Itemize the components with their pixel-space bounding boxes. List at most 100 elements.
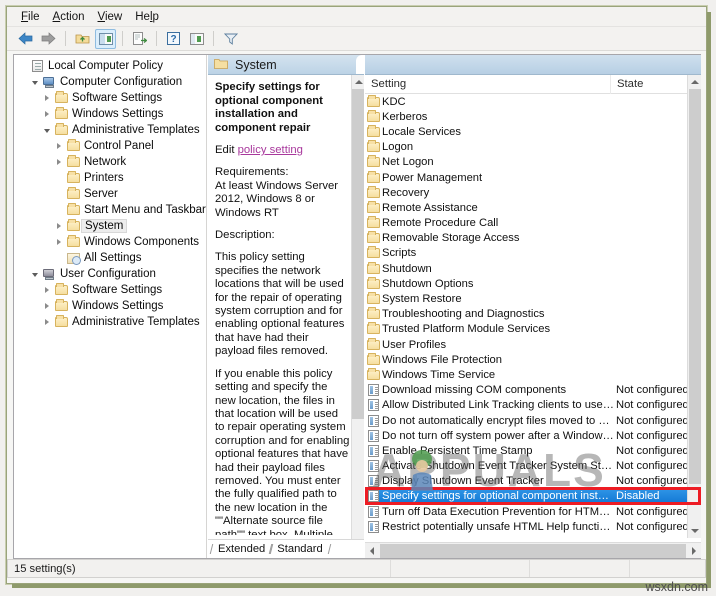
table-row[interactable]: Windows File Protection xyxy=(365,352,687,367)
chevron-right-icon[interactable] xyxy=(56,143,61,149)
chevron-down-icon[interactable] xyxy=(43,129,50,133)
tree-twisty[interactable] xyxy=(40,303,53,309)
tree-item-administrative-templates[interactable]: Administrative Templates xyxy=(14,314,206,330)
table-row[interactable]: Windows Time Service xyxy=(365,367,687,382)
table-row[interactable]: Shutdown xyxy=(365,261,687,276)
table-row[interactable]: Do not automatically encrypt files moved… xyxy=(365,413,687,428)
tree-item-windows-settings[interactable]: Windows Settings xyxy=(14,106,206,122)
scroll-up-icon[interactable] xyxy=(352,75,364,89)
scroll-thumb[interactable] xyxy=(689,89,701,484)
table-row[interactable]: Remote Procedure Call xyxy=(365,216,687,231)
back-arrow-icon[interactable] xyxy=(15,29,36,49)
forward-arrow-icon[interactable] xyxy=(38,29,59,49)
tab-standard[interactable]: Standard xyxy=(271,543,328,555)
table-row[interactable]: Allow Distributed Link Tracking clients … xyxy=(365,398,687,413)
chevron-right-icon[interactable] xyxy=(56,239,61,245)
column-header-setting[interactable]: Setting xyxy=(365,74,611,94)
tree-twisty[interactable] xyxy=(52,223,65,229)
tree-item-software-settings[interactable]: Software Settings xyxy=(14,90,206,106)
tree-item-user-configuration[interactable]: User Configuration xyxy=(14,266,206,282)
tree-item-computer-configuration[interactable]: Computer Configuration xyxy=(14,74,206,90)
chevron-right-icon[interactable] xyxy=(44,303,49,309)
tree-twisty[interactable] xyxy=(40,287,53,293)
tree-item-system[interactable]: System xyxy=(14,218,206,234)
filter-icon[interactable] xyxy=(220,29,241,49)
table-row[interactable]: Trusted Platform Module Services xyxy=(365,322,687,337)
chevron-right-icon[interactable] xyxy=(56,223,61,229)
tree-item-windows-components[interactable]: Windows Components xyxy=(14,234,206,250)
tree-twisty[interactable] xyxy=(52,239,65,245)
help-icon[interactable]: ? xyxy=(163,29,184,49)
table-row[interactable]: User Profiles xyxy=(365,337,687,352)
table-row[interactable]: Display Shutdown Event Tracker Not config… xyxy=(365,474,687,489)
table-row[interactable]: Restrict potentially unsafe HTML Help fu… xyxy=(365,519,687,534)
table-row[interactable]: Remote Assistance xyxy=(365,200,687,215)
tree-twisty[interactable] xyxy=(52,143,65,149)
table-row[interactable]: Removable Storage Access xyxy=(365,231,687,246)
tree-item-windows-settings[interactable]: Windows Settings xyxy=(14,298,206,314)
table-row[interactable]: Net Logon xyxy=(365,155,687,170)
tree-twisty[interactable] xyxy=(52,159,65,165)
chevron-down-icon[interactable] xyxy=(31,273,38,277)
menu-file[interactable]: File xyxy=(17,10,49,24)
export-list-icon[interactable] xyxy=(129,29,150,49)
settings-rows[interactable]: KDC Kerberos Locale Services Logon Net Logon… xyxy=(365,94,687,534)
scroll-down-icon[interactable] xyxy=(688,524,701,538)
table-row[interactable]: System Restore xyxy=(365,291,687,306)
scroll-left-icon[interactable] xyxy=(365,543,379,559)
table-row[interactable]: Shutdown Options xyxy=(365,276,687,291)
table-row[interactable]: Do not turn off system power after a Win… xyxy=(365,428,687,443)
column-header-state[interactable]: State xyxy=(611,74,688,94)
tree-item-local-computer-policy[interactable]: Local Computer Policy xyxy=(14,58,206,74)
tree-twisty[interactable] xyxy=(40,111,53,117)
chevron-right-icon[interactable] xyxy=(44,95,49,101)
tree-twisty[interactable] xyxy=(40,127,53,133)
menu-action[interactable]: Action xyxy=(49,10,94,24)
table-row[interactable]: Enable Persistent Time Stamp Not configur… xyxy=(365,443,687,458)
table-row[interactable]: Power Management xyxy=(365,170,687,185)
table-row[interactable]: KDC xyxy=(365,94,687,109)
show-hide-action-pane-icon[interactable] xyxy=(186,29,207,49)
table-row[interactable]: Recovery xyxy=(365,185,687,200)
chevron-right-icon[interactable] xyxy=(44,111,49,117)
chevron-right-icon[interactable] xyxy=(56,159,61,165)
policy-setting-link[interactable]: policy setting xyxy=(238,144,303,156)
tree-item-printers[interactable]: Printers xyxy=(14,170,206,186)
table-row[interactable]: Turn off Data Execution Prevention for H… xyxy=(365,504,687,519)
menu-help[interactable]: Help xyxy=(131,10,168,24)
tree-item-all-settings[interactable]: All Settings xyxy=(14,250,206,266)
tree-item-control-panel[interactable]: Control Panel xyxy=(14,138,206,154)
tree-twisty[interactable] xyxy=(28,271,41,277)
tab-extended[interactable]: Extended xyxy=(212,543,271,555)
tree-twisty[interactable] xyxy=(40,95,53,101)
table-row[interactable]: Kerberos xyxy=(365,109,687,124)
up-folder-icon[interactable] xyxy=(72,29,93,49)
table-row[interactable]: Specify settings for optional component … xyxy=(365,488,687,505)
chevron-right-icon[interactable] xyxy=(44,319,49,325)
tree-item-network[interactable]: Network xyxy=(14,154,206,170)
tree-twisty[interactable] xyxy=(28,79,41,85)
console-tree[interactable]: Local Computer Policy Computer Configurat… xyxy=(14,55,207,558)
scroll-up-icon[interactable] xyxy=(688,75,701,89)
table-row[interactable]: Locale Services xyxy=(365,124,687,139)
tree-twisty[interactable] xyxy=(40,319,53,325)
table-row[interactable]: Troubleshooting and Diagnostics xyxy=(365,307,687,322)
scroll-right-icon[interactable] xyxy=(687,543,701,559)
tree-item-server[interactable]: Server xyxy=(14,186,206,202)
hscroll-thumb[interactable] xyxy=(380,543,686,558)
table-row[interactable]: Logon xyxy=(365,140,687,155)
list-vertical-scrollbar[interactable] xyxy=(687,75,701,538)
scroll-thumb[interactable] xyxy=(352,89,364,419)
tree-item-software-settings[interactable]: Software Settings xyxy=(14,282,206,298)
tree-item-start-menu-and-taskbar[interactable]: Start Menu and Taskbar xyxy=(14,202,206,218)
menu-view[interactable]: View xyxy=(94,10,132,24)
table-row[interactable]: Download missing COM components Not confi… xyxy=(365,383,687,398)
table-row[interactable]: Scripts xyxy=(365,246,687,261)
chevron-down-icon[interactable] xyxy=(31,81,38,85)
list-horizontal-scrollbar[interactable] xyxy=(365,542,701,558)
show-hide-console-tree-icon[interactable] xyxy=(95,28,116,49)
chevron-right-icon[interactable] xyxy=(44,287,49,293)
table-row[interactable]: Activate Shutdown Event Tracker System S… xyxy=(365,459,687,474)
tree-item-administrative-templates[interactable]: Administrative Templates xyxy=(14,122,206,138)
help-pane-scrollbar[interactable] xyxy=(351,75,364,558)
